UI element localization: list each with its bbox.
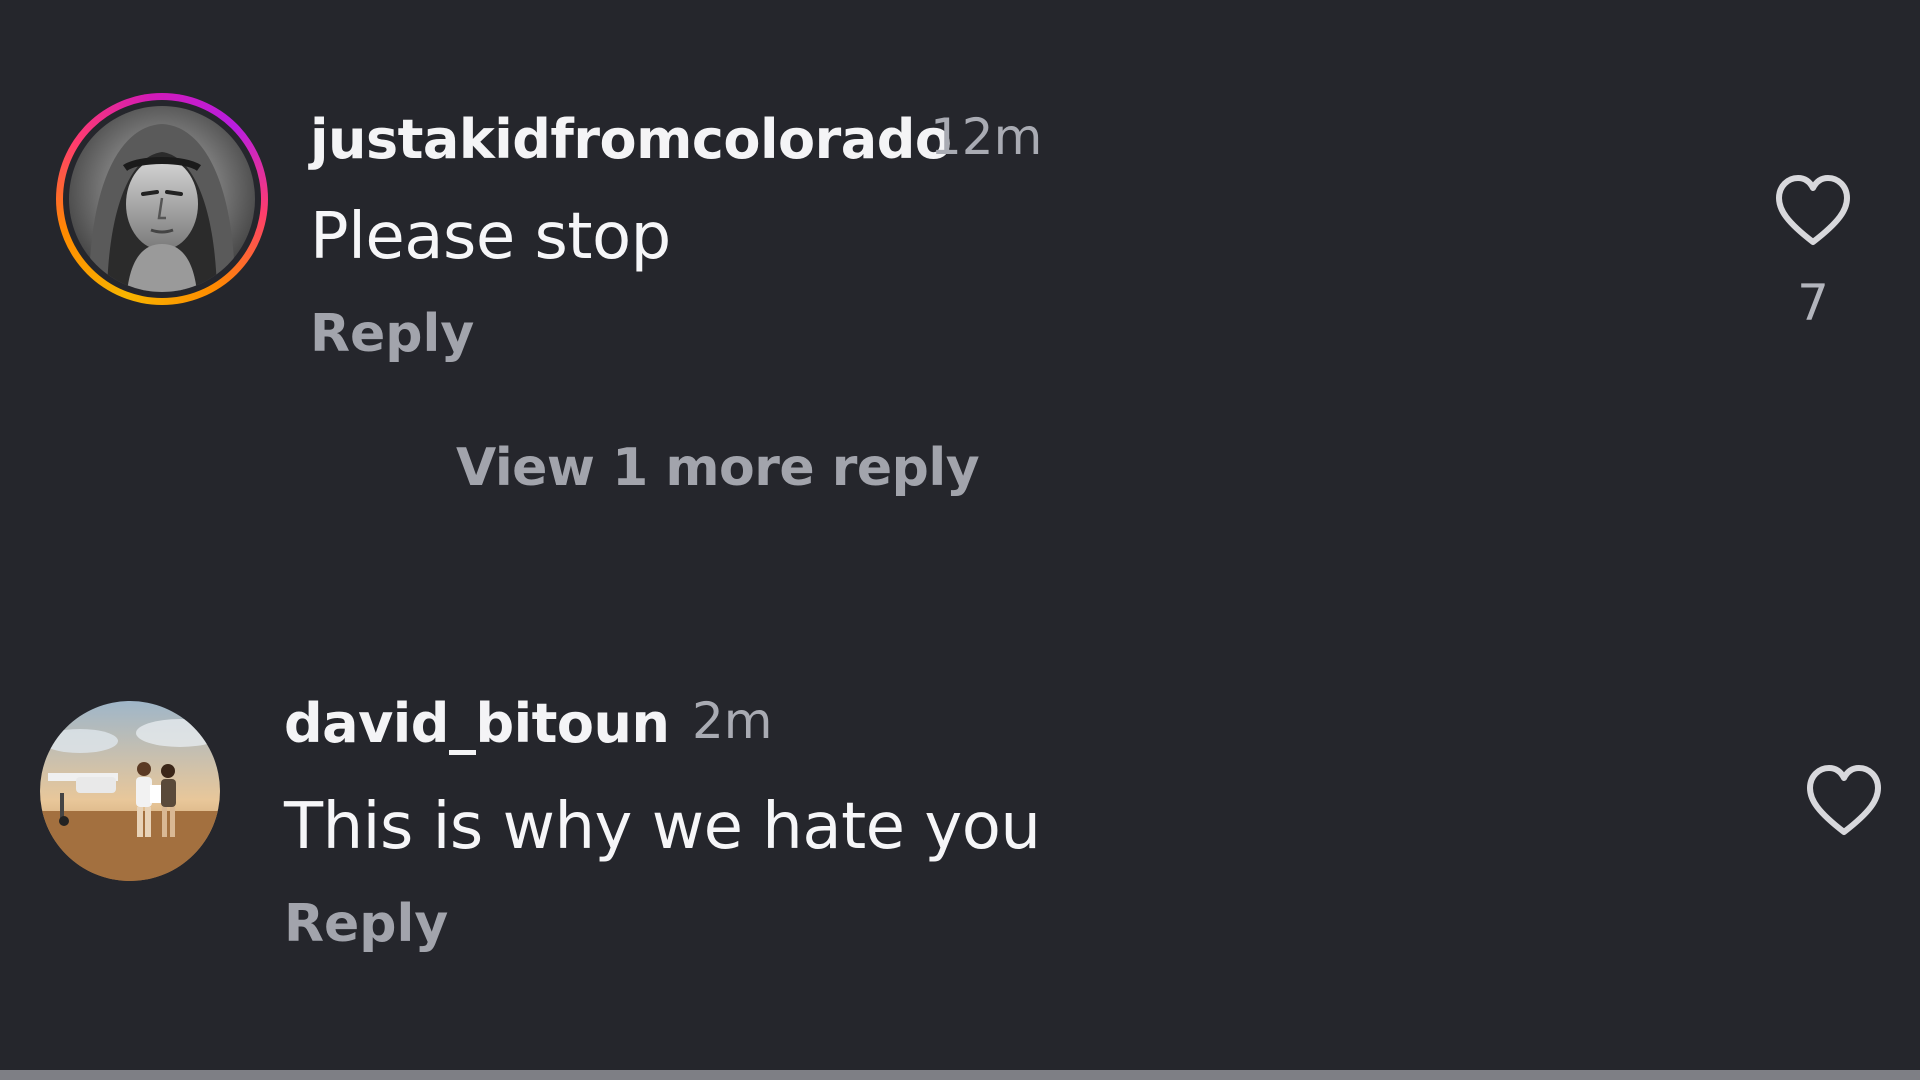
comment-item: david_bitoun 2m This is why we hate you … [0,680,1920,1040]
comment-username[interactable]: david_bitoun [284,692,670,755]
comment-item: justakidfromcolorado 12m Please stop Rep… [0,0,1920,560]
like-count: 7 [1797,274,1829,332]
comment-timestamp: 2m [692,692,773,750]
avatar[interactable] [69,106,255,292]
heart-outline-icon[interactable] [1804,762,1884,842]
comment-text: Please stop [310,200,671,274]
comment-username[interactable]: justakidfromcolorado [310,108,952,171]
story-ring[interactable] [56,93,268,305]
heart-outline-icon[interactable] [1773,172,1853,252]
avatar[interactable] [40,701,220,881]
comments-screen: justakidfromcolorado 12m Please stop Rep… [0,0,1920,1080]
comment-timestamp: 12m [930,108,1043,166]
bottom-divider [0,1070,1920,1080]
comment-text: This is why we hate you [284,790,1041,864]
reply-button[interactable]: Reply [310,304,474,364]
view-more-replies-button[interactable]: View 1 more reply [456,438,980,498]
reply-button[interactable]: Reply [284,894,448,954]
